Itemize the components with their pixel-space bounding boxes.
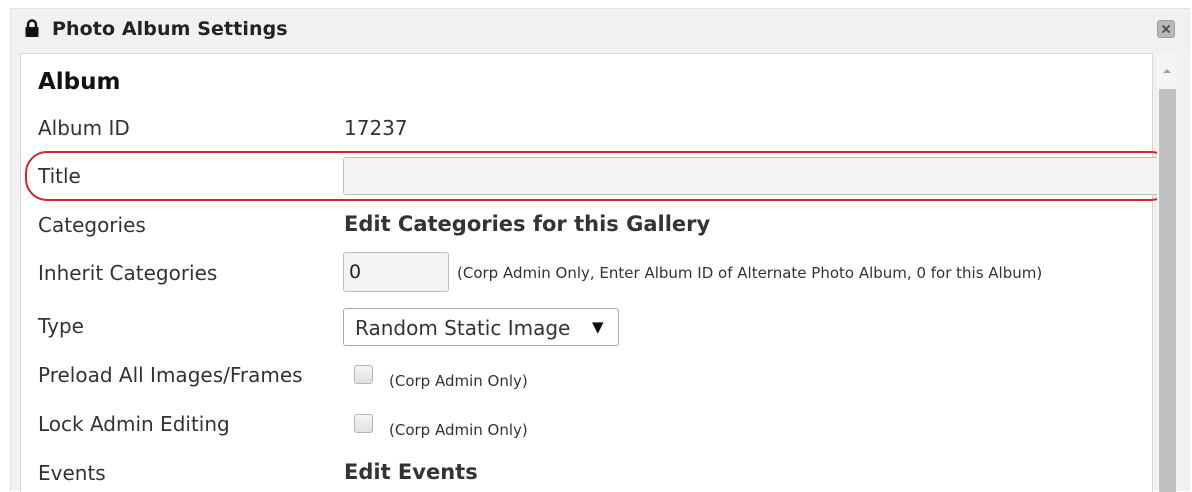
categories-label: Categories	[38, 213, 146, 237]
inherit-categories-hint: (Corp Admin Only, Enter Album ID of Alte…	[457, 264, 1043, 282]
type-label: Type	[38, 314, 84, 338]
inherit-categories-label: Inherit Categories	[38, 261, 218, 285]
section-title-album: Album	[38, 69, 121, 95]
scrollbar-thumb[interactable]	[1159, 89, 1176, 492]
album-id-label: Album ID	[38, 116, 130, 140]
photo-album-settings-dialog: Photo Album Settings Album Album ID 1723…	[10, 8, 1191, 492]
vertical-scrollbar[interactable]	[1157, 53, 1177, 492]
album-id-value: 17237	[344, 116, 408, 140]
inherit-categories-input[interactable]	[343, 252, 449, 292]
lock-admin-label: Lock Admin Editing	[38, 412, 230, 436]
edit-events-link[interactable]: Edit Events	[344, 460, 478, 484]
type-select-value: Random Static Image	[355, 316, 571, 340]
lock-icon	[25, 19, 39, 37]
scroll-up-arrow-icon[interactable]	[1157, 63, 1177, 79]
settings-panel: Album Album ID 17237 Title Categories Ed…	[20, 53, 1173, 492]
events-label: Events	[38, 461, 106, 485]
lock-admin-hint: (Corp Admin Only)	[389, 421, 528, 439]
preload-label: Preload All Images/Frames	[38, 363, 303, 387]
title-label: Title	[38, 164, 81, 188]
edit-categories-link[interactable]: Edit Categories for this Gallery	[344, 212, 710, 236]
close-icon	[1161, 24, 1171, 34]
preload-checkbox[interactable]	[354, 365, 373, 384]
close-button[interactable]	[1157, 20, 1175, 38]
title-input[interactable]	[343, 157, 1165, 195]
dialog-title: Photo Album Settings	[52, 18, 288, 40]
lock-admin-checkbox[interactable]	[354, 414, 373, 433]
preload-hint: (Corp Admin Only)	[389, 372, 528, 390]
chevron-down-icon: ▼	[592, 318, 604, 336]
dialog-titlebar[interactable]: Photo Album Settings	[11, 9, 1191, 51]
type-select[interactable]: Random Static Image ▼	[343, 308, 619, 346]
